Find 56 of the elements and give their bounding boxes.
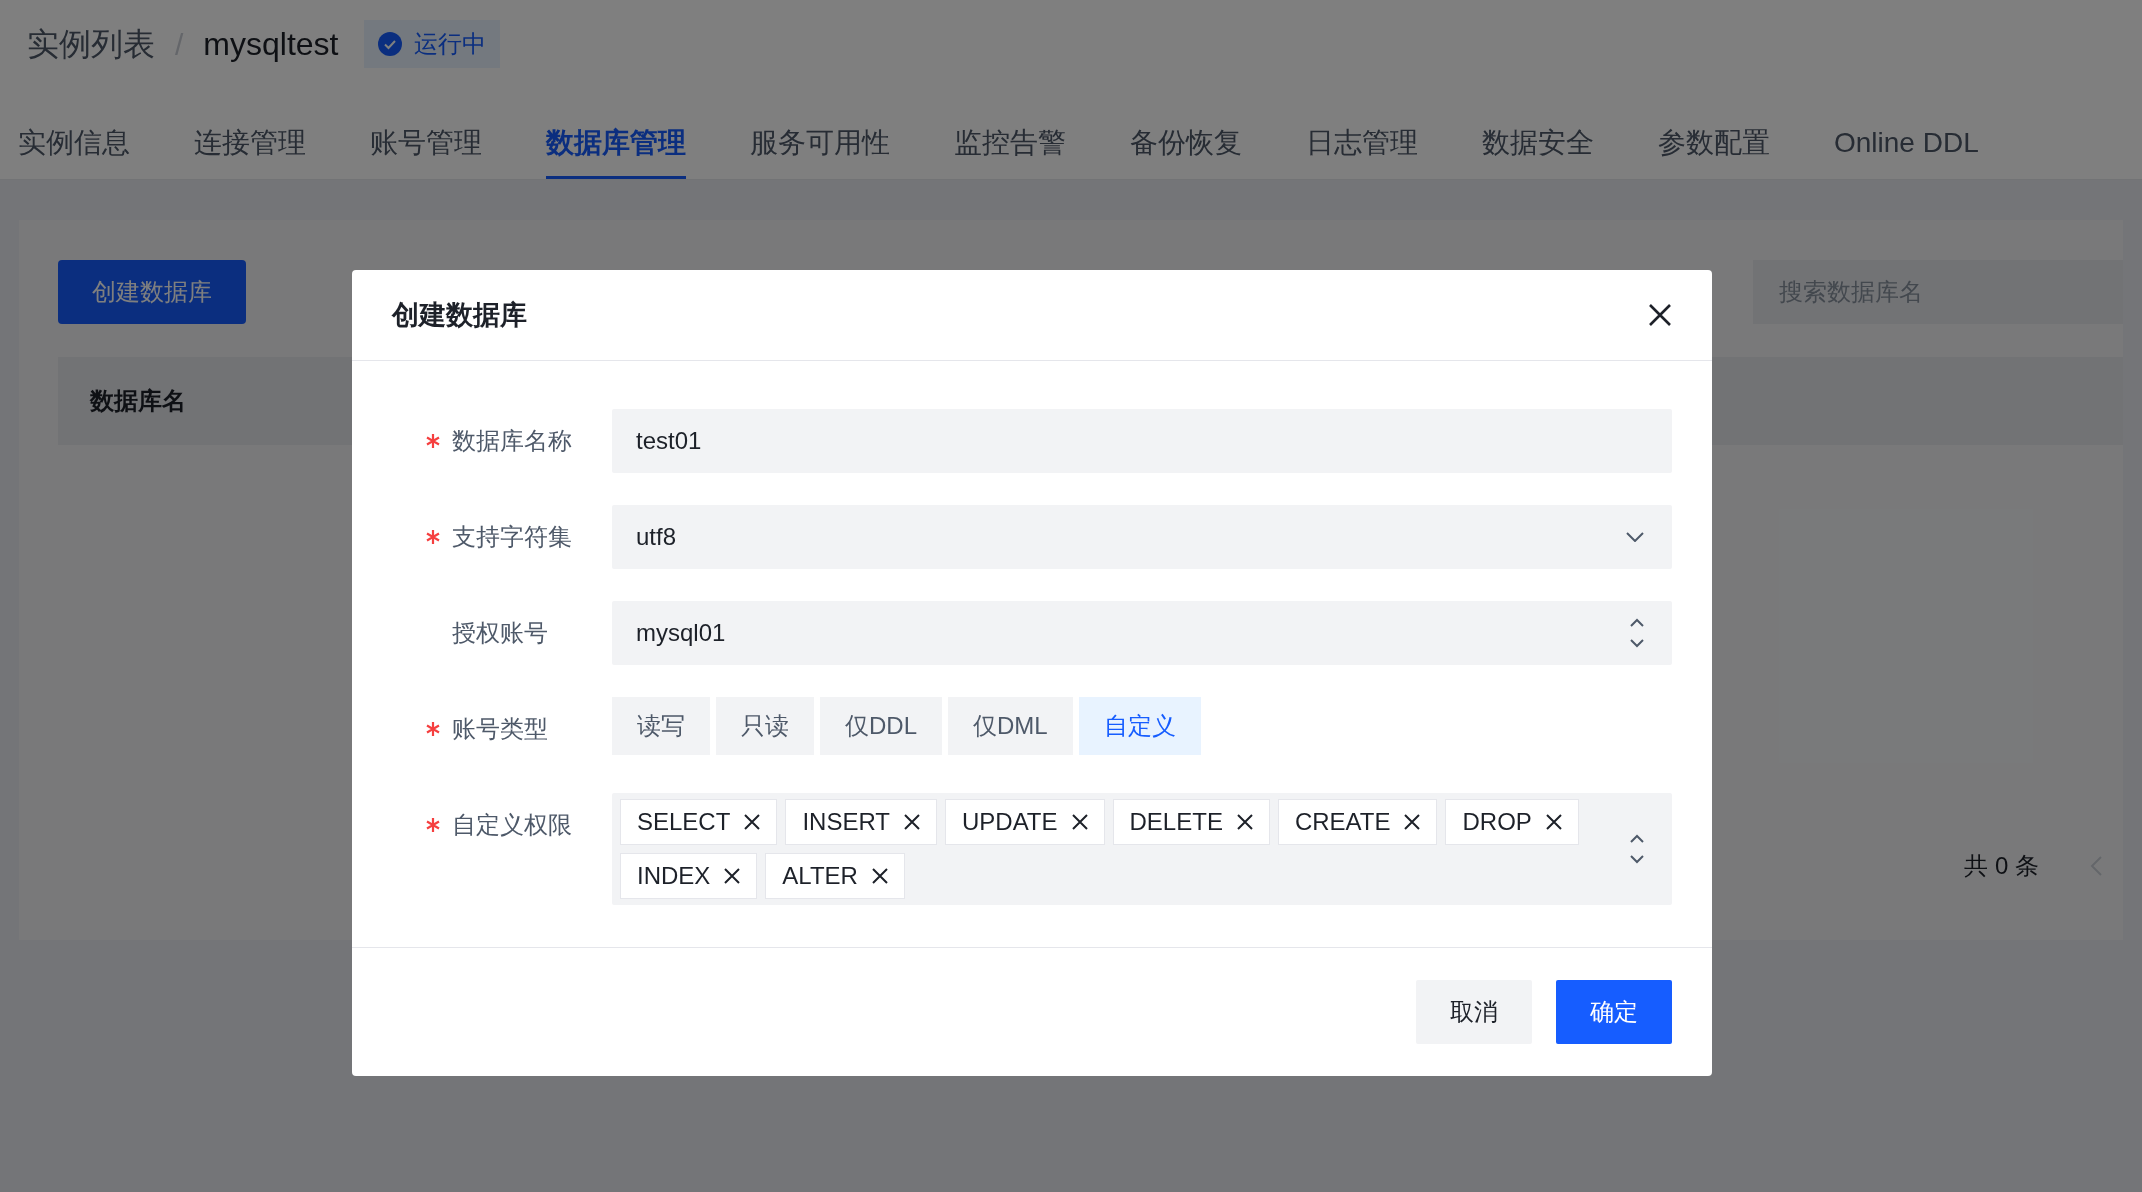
permission-tag: CREATE [1277,799,1438,845]
breadcrumb-item[interactable]: 实例列表 [27,20,155,68]
permission-tag: SELECT [620,799,778,845]
confirm-button[interactable]: 确定 [1556,980,1672,1044]
status-text: 运行中 [414,29,487,59]
cancel-button[interactable]: 取消 [1416,980,1532,1044]
account-type-option[interactable]: 读写 [612,697,710,755]
field-label: 支持字符集 [452,522,573,552]
field-label: 账号类型 [452,714,549,744]
check-circle-icon [378,32,403,56]
permission-tag: ALTER [765,853,905,899]
account-type-option[interactable]: 仅DDL [820,697,942,755]
tab[interactable]: 监控告警 [954,87,1066,179]
remove-icon[interactable] [1404,814,1421,830]
field-label: 授权账号 [452,618,549,648]
account-type-option[interactable]: 自定义 [1078,697,1201,755]
name-input[interactable]: test01 [612,409,1672,473]
tab[interactable]: 数据库管理 [546,87,686,179]
breadcrumb-separator: / [175,26,184,63]
remove-icon[interactable] [903,814,920,830]
permission-tag: UPDATE [944,799,1105,845]
permissions-select[interactable]: SELECT INSERT UPDATE DELETE CREATE DROP INDEX ALTER [612,793,1672,905]
tab[interactable]: 日志管理 [1306,87,1418,179]
column-header: 数据库名 [90,386,186,416]
dialog-title: 创建数据库 [392,298,527,332]
account-type-option[interactable]: 仅DML [948,697,1073,755]
total-count: 共 0 条 [1964,851,2039,881]
up-down-arrows-icon [1630,834,1644,864]
remove-icon[interactable] [724,868,741,884]
close-icon[interactable] [1648,303,1672,327]
field-label: 自定义权限 [452,810,573,840]
charset-select[interactable]: utf8 [612,505,1672,569]
permission-tag: INDEX [620,853,758,899]
tab[interactable]: 数据安全 [1482,87,1594,179]
chevron-down-icon [1626,532,1644,542]
tab[interactable]: 参数配置 [1658,87,1770,179]
tab[interactable]: 服务可用性 [750,87,890,179]
account-type-option[interactable]: 只读 [716,697,814,755]
tab[interactable]: 实例信息 [18,87,130,179]
remove-icon[interactable] [744,814,761,830]
remove-icon[interactable] [871,868,888,884]
account-select[interactable]: mysql01 [612,601,1672,665]
tab[interactable]: 备份恢复 [1130,87,1242,179]
remove-icon[interactable] [1071,814,1088,830]
remove-icon[interactable] [1236,814,1253,830]
permission-tag: DELETE [1112,799,1270,845]
permission-tag: DROP [1445,799,1579,845]
permission-tag: INSERT [785,799,937,845]
tab[interactable]: Online DDL [1834,87,1979,179]
up-down-arrows-icon [1630,618,1644,648]
tab[interactable]: 账号管理 [370,87,482,179]
breadcrumb-item: mysqltest [203,25,339,64]
remove-icon[interactable] [1545,814,1562,830]
create-database-button[interactable]: 创建数据库 [58,260,246,324]
tab[interactable]: 连接管理 [194,87,306,179]
field-label: 数据库名称 [452,426,573,456]
